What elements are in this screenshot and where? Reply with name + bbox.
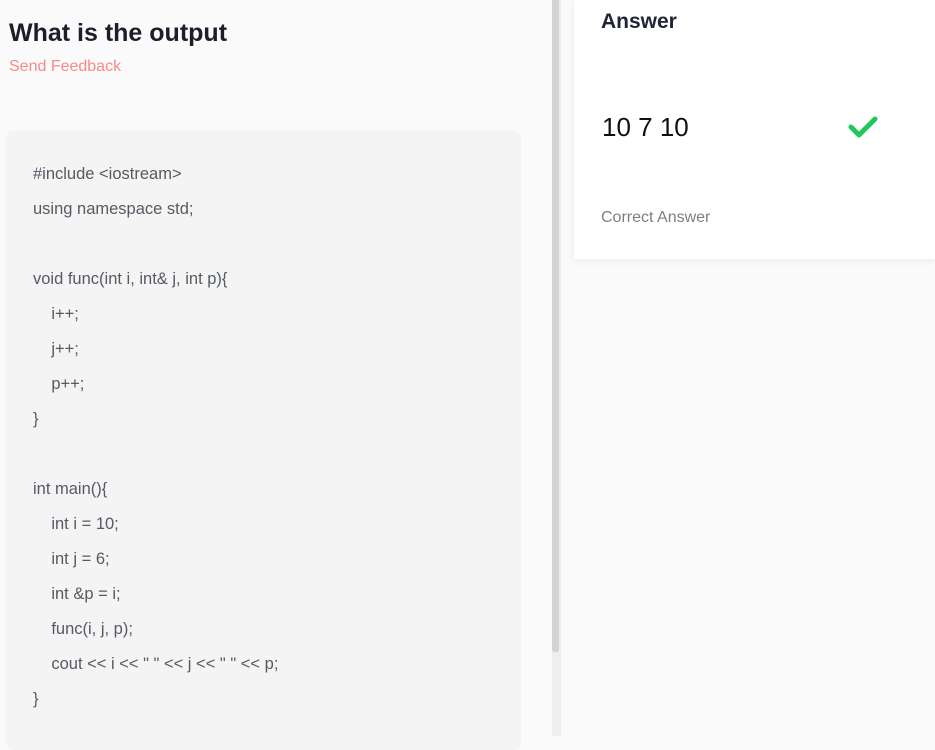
code-line: cout << i << " " << j << " " << p;	[33, 655, 279, 673]
check-icon	[848, 116, 878, 138]
answer-status: Correct Answer	[601, 209, 711, 226]
code-block: #include <iostream> using namespace std; v…	[6, 130, 521, 750]
code-line: int j = 6;	[33, 550, 110, 568]
question-title: What is the output	[9, 19, 228, 47]
code-line: void func(int i, int& j, int p){	[33, 270, 228, 288]
code-line: func(i, j, p);	[33, 620, 133, 638]
code-line: i++;	[33, 305, 79, 323]
answer-card: Answer 10 7 10 Correct Answer	[574, 0, 935, 259]
code-line: int i = 10;	[33, 515, 119, 533]
answer-heading: Answer	[601, 10, 677, 33]
code-line: int &p = i;	[33, 585, 121, 603]
send-feedback-link[interactable]: Send Feedback	[9, 58, 121, 76]
code-line: p++;	[33, 375, 85, 393]
code-line: j++;	[33, 340, 79, 358]
question-panel: What is the output Send Feedback #includ…	[0, 0, 552, 750]
scrollbar-thumb[interactable]	[552, 0, 559, 652]
answer-value: 10 7 10	[602, 112, 689, 142]
code-line: int main(){	[33, 480, 108, 498]
code-line: }	[33, 690, 39, 708]
code-line: }	[33, 410, 39, 428]
code-line: #include <iostream>	[33, 165, 182, 183]
code-line: using namespace std;	[33, 200, 194, 218]
